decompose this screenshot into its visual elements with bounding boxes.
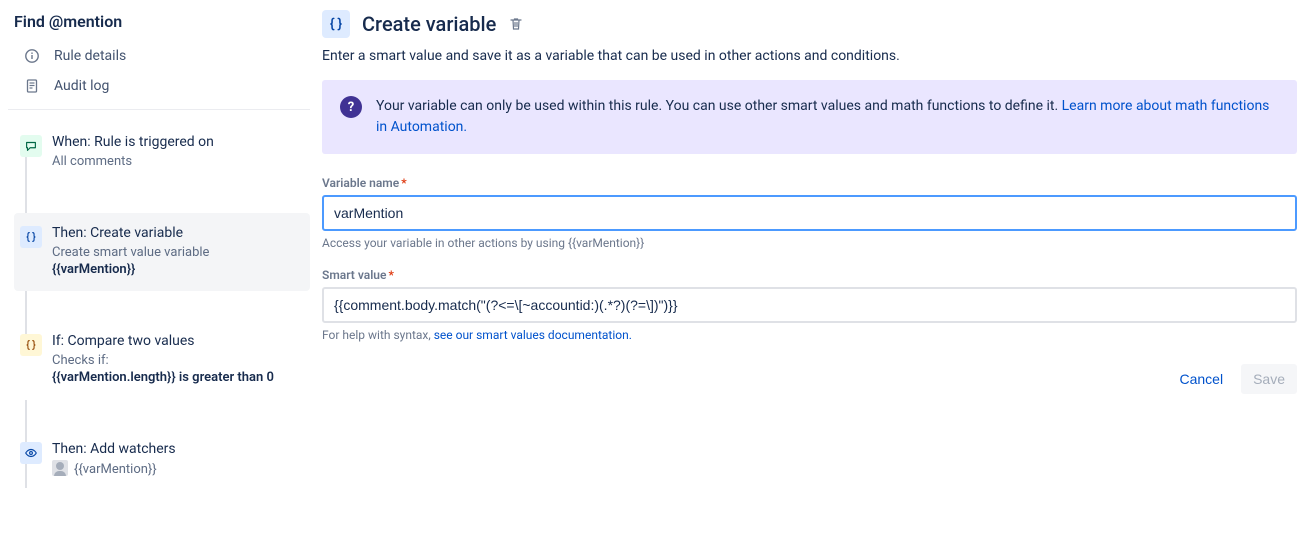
cancel-button[interactable]: Cancel [1167,364,1235,394]
avatar-placeholder-icon [52,460,68,476]
sidebar: Find @mention Rule details Audit log Whe… [0,0,310,559]
braces-icon [20,334,42,356]
step-body: Then: Create variable Create smart value… [52,225,300,279]
nav-label: Rule details [54,48,126,64]
step-desc-line: Create smart value variable [52,245,209,260]
comment-icon [20,135,42,157]
eye-icon [20,442,42,464]
field-help: For help with syntax, see our smart valu… [322,328,1297,342]
panel-title: Create variable [362,12,496,36]
step-title: Then: Add watchers [52,441,300,457]
label-text: Variable name [322,176,399,190]
main-panel: Create variable Enter a smart value and … [310,0,1315,559]
info-text: Your variable can only be used within th… [376,96,1279,138]
document-icon [24,78,40,94]
info-text-content: Your variable can only be used within th… [376,98,1062,114]
braces-icon [20,226,42,248]
nav-rule-details[interactable]: Rule details [8,41,310,71]
step-compare[interactable]: If: Compare two values Checks if: {{varM… [14,321,310,399]
nav-audit-log[interactable]: Audit log [8,71,310,101]
variable-name-input[interactable] [322,195,1297,231]
step-desc-line: Checks if: [52,353,109,368]
braces-icon [322,10,350,38]
field-label: Smart value* [322,268,1297,282]
step-body: Then: Add watchers {{varMention}} [52,441,300,479]
main-header: Create variable [322,10,1297,38]
step-title: If: Compare two values [52,333,300,349]
step-desc: All comments [52,153,300,171]
help-icon: ? [340,96,362,118]
field-smart-value: Smart value* For help with syntax, see o… [322,268,1297,342]
required-indicator: * [401,176,406,190]
step-desc: {{varMention}} [52,460,300,479]
step-title: When: Rule is triggered on [52,134,300,150]
field-variable-name: Variable name* Access your variable in o… [322,176,1297,250]
step-desc: Create smart value variable {{varMention… [52,244,300,279]
delete-button[interactable] [508,16,524,32]
step-add-watchers[interactable]: Then: Add watchers {{varMention}} [14,429,310,491]
step-trigger[interactable]: When: Rule is triggered on All comments [14,122,310,183]
step-body: When: Rule is triggered on All comments [52,134,300,171]
step-title: Then: Create variable [52,225,300,241]
panel-subtitle: Enter a smart value and save it as a var… [322,48,1297,64]
step-create-variable[interactable]: Then: Create variable Create smart value… [14,213,310,291]
step-body: If: Compare two values Checks if: {{varM… [52,333,300,387]
step-desc-bold: {{varMention}} [52,262,135,277]
info-icon [24,48,40,64]
required-indicator: * [388,268,393,282]
help-link[interactable]: see our smart values documentation. [434,328,632,342]
step-desc: Checks if: {{varMention.length}} is grea… [52,352,300,387]
divider [8,109,310,110]
nav-label: Audit log [54,78,109,94]
field-label: Variable name* [322,176,1297,190]
save-button[interactable]: Save [1241,364,1297,394]
label-text: Smart value [322,268,386,282]
field-help: Access your variable in other actions by… [322,236,1297,250]
form-actions: Cancel Save [322,364,1297,394]
help-text: For help with syntax, [322,328,434,342]
step-desc-bold: {{varMention.length}} is greater than 0 [52,370,274,385]
rule-title: Find @mention [8,8,310,41]
trash-icon [508,16,524,32]
smart-value-input[interactable] [322,287,1297,323]
info-panel: ? Your variable can only be used within … [322,80,1297,154]
rule-steps: When: Rule is triggered on All comments … [8,122,310,490]
step-desc-text: {{varMention}} [74,462,157,477]
